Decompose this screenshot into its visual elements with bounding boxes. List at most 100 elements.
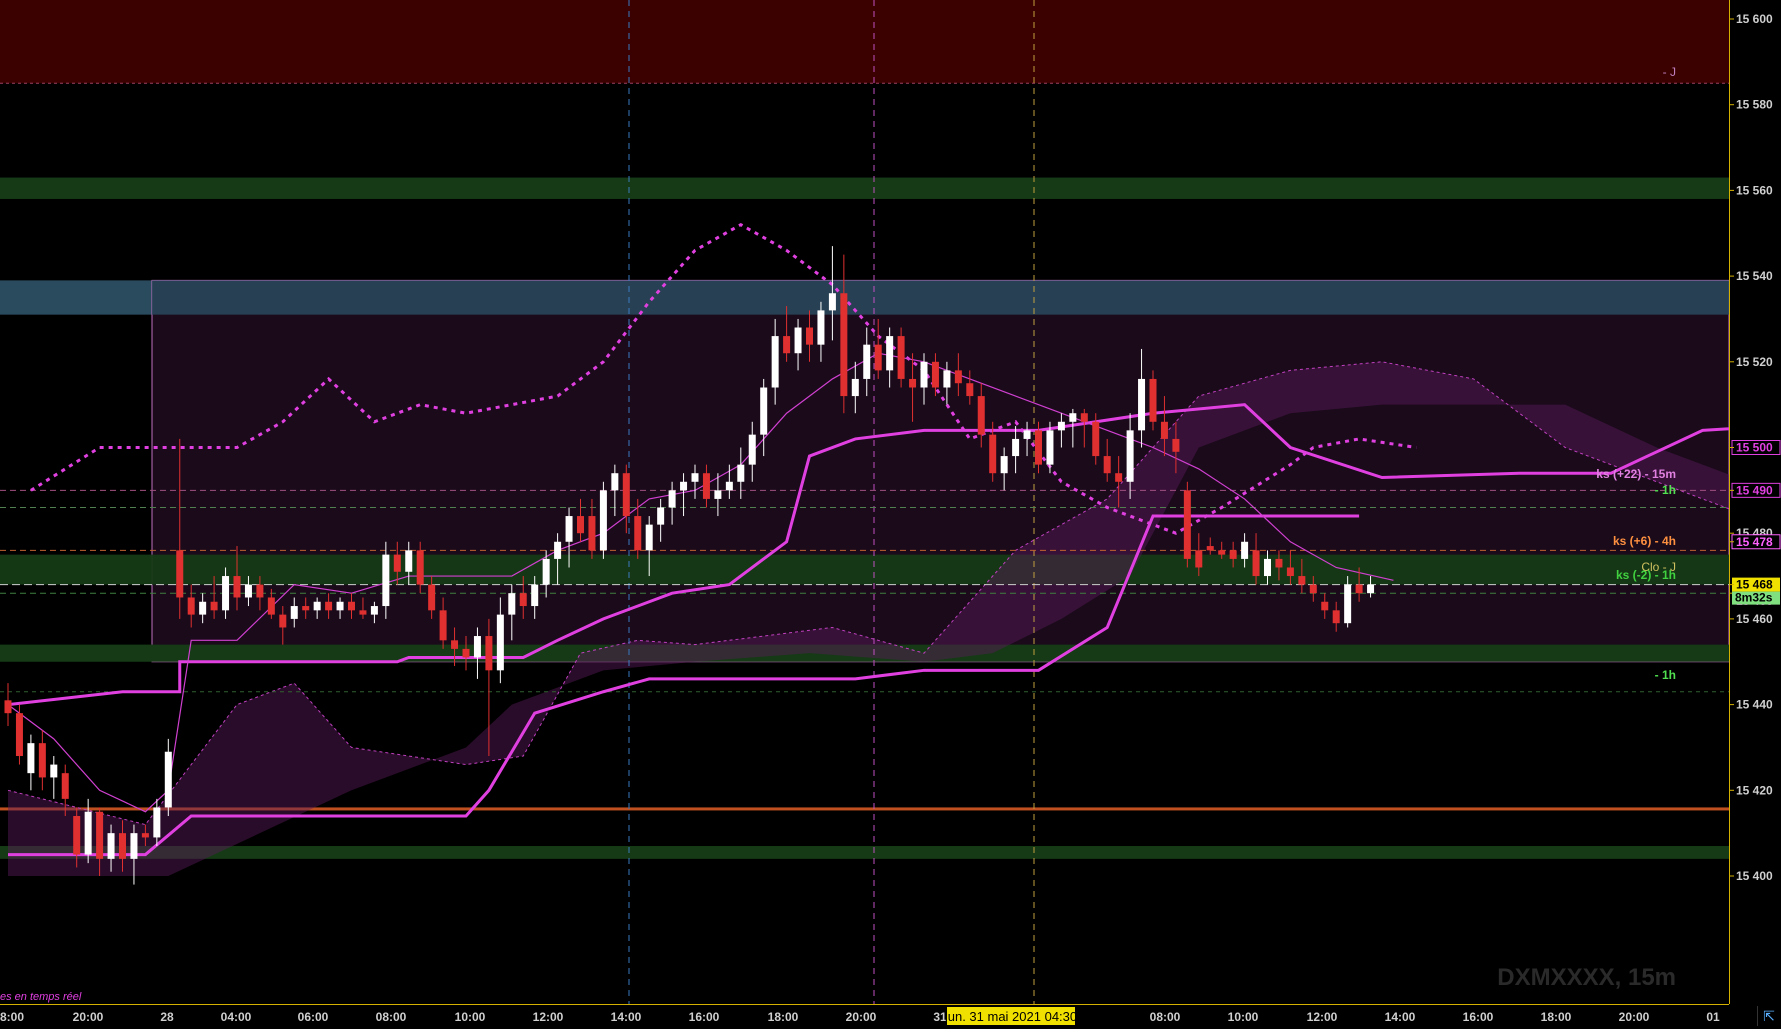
candle-body [1218, 550, 1226, 555]
candle-body [256, 584, 264, 598]
candle-body [348, 601, 355, 611]
candle-body [668, 490, 676, 508]
price-label-15600: 15 600 [1736, 12, 1773, 26]
candle-body [863, 344, 871, 379]
candle-body [1195, 550, 1203, 568]
candle-body [1298, 576, 1306, 585]
time-label-11: 20:00 [846, 1010, 877, 1024]
candle-body [897, 336, 905, 379]
candle-body [84, 811, 92, 855]
j-level-label: - J [1663, 65, 1676, 79]
candle-body [1275, 558, 1283, 568]
candle-body [1367, 584, 1375, 594]
scroll-up-icon[interactable]: ⇱ [1757, 1006, 1780, 1026]
candle-body [1160, 421, 1168, 439]
time-label-5: 08:00 [376, 1010, 407, 1024]
candle-body [290, 606, 298, 619]
instrument-watermark: DXMXXXX, 15m [1497, 964, 1676, 991]
candle-body [886, 336, 894, 371]
candle-body [989, 434, 997, 474]
candle-body [622, 473, 630, 517]
candle-body [119, 833, 126, 859]
candle-body [714, 490, 722, 499]
candle-body [4, 700, 12, 714]
h1-upper-label: - 1h [1655, 483, 1676, 497]
candle-body [153, 807, 161, 838]
candle-body [107, 833, 115, 859]
candle-body [96, 811, 104, 859]
candle-body [1229, 550, 1237, 559]
candle-body [806, 327, 813, 345]
candle-body [359, 610, 367, 615]
candle-body [416, 550, 424, 585]
price-label-15580: 15 580 [1736, 98, 1773, 112]
candle-body [1138, 378, 1146, 431]
candle-body [691, 473, 699, 482]
candle-body [680, 481, 688, 491]
price-label-15478: 15 478 [1736, 535, 1773, 549]
candle-body [473, 636, 481, 658]
blue-zone-box-overlay [152, 280, 1729, 315]
candle-body [267, 597, 275, 615]
candle-body [508, 593, 516, 615]
candle-body [794, 327, 802, 354]
candle-body [977, 396, 985, 435]
candle-body [1046, 430, 1054, 465]
time-label-7: 12:00 [533, 1010, 564, 1024]
candle-body [577, 516, 584, 534]
candle-body [874, 344, 882, 371]
candle-body [1035, 430, 1042, 465]
candle-body [1092, 421, 1100, 457]
candle-body [164, 751, 172, 808]
candle-body [599, 490, 607, 551]
price-axis[interactable]: 15 600 15 580 15 560 15 540 15 520 15 500 15 4… [1729, 0, 1781, 1004]
price-label-15400: 15 400 [1736, 869, 1773, 883]
time-label-20: 01 [1706, 1010, 1720, 1024]
candle-body [554, 541, 562, 559]
candle-body [244, 584, 252, 598]
candle-body [1355, 584, 1363, 594]
time-label-18: 18:00 [1541, 1010, 1572, 1024]
candle-body [1115, 473, 1123, 482]
candle-body [302, 606, 310, 611]
price-label-15490: 15 490 [1736, 483, 1773, 497]
candle-body [1012, 438, 1020, 457]
crosshair-time-label: lun. 31 mai 2021 04:30 [945, 1009, 1077, 1024]
candle-body [565, 516, 573, 542]
time-label-0: 8:00 [0, 1010, 24, 1024]
candle-body [15, 713, 23, 757]
candle-body [1057, 421, 1065, 431]
time-axis[interactable]: 8:00 20:00 28 04:00 06:00 08:00 10:00 12:00 14:0… [0, 1004, 1729, 1029]
candle-body [828, 293, 836, 311]
price-label-15540: 15 540 [1736, 269, 1773, 283]
price-plot[interactable]: - J ks (+22) - 15m - 1h ks (+6) - 4h Clo… [0, 0, 1729, 1004]
candle-body [1241, 541, 1249, 559]
time-label-2: 28 [160, 1010, 174, 1024]
candle-body [702, 473, 710, 499]
price-label-15500: 15 500 [1736, 441, 1773, 455]
candle-body [451, 640, 459, 649]
candle-body [588, 516, 596, 551]
candle-body [645, 524, 653, 551]
candle-body [771, 336, 779, 388]
candle-body [1286, 567, 1294, 577]
time-label-10: 18:00 [768, 1010, 799, 1024]
price-label-15420: 15 420 [1736, 783, 1773, 797]
candle-body [1206, 546, 1214, 551]
time-label-15: 12:00 [1307, 1010, 1338, 1024]
time-label-4: 06:00 [298, 1010, 329, 1024]
candle-body [1080, 413, 1088, 422]
candle-body [370, 606, 378, 615]
candle-body [1264, 558, 1271, 577]
candle-body [405, 550, 413, 572]
candle-body [130, 833, 138, 859]
candle-body [382, 554, 390, 607]
candle-body [50, 764, 58, 778]
candle-body [27, 743, 35, 774]
time-label-19: 20:00 [1619, 1010, 1650, 1024]
candle-body [1126, 430, 1134, 482]
candle-body [966, 383, 974, 397]
trading-chart[interactable]: - J ks (+22) - 15m - 1h ks (+6) - 4h Clo… [0, 0, 1781, 1028]
candle-body [176, 550, 184, 598]
candle-body [222, 576, 230, 611]
